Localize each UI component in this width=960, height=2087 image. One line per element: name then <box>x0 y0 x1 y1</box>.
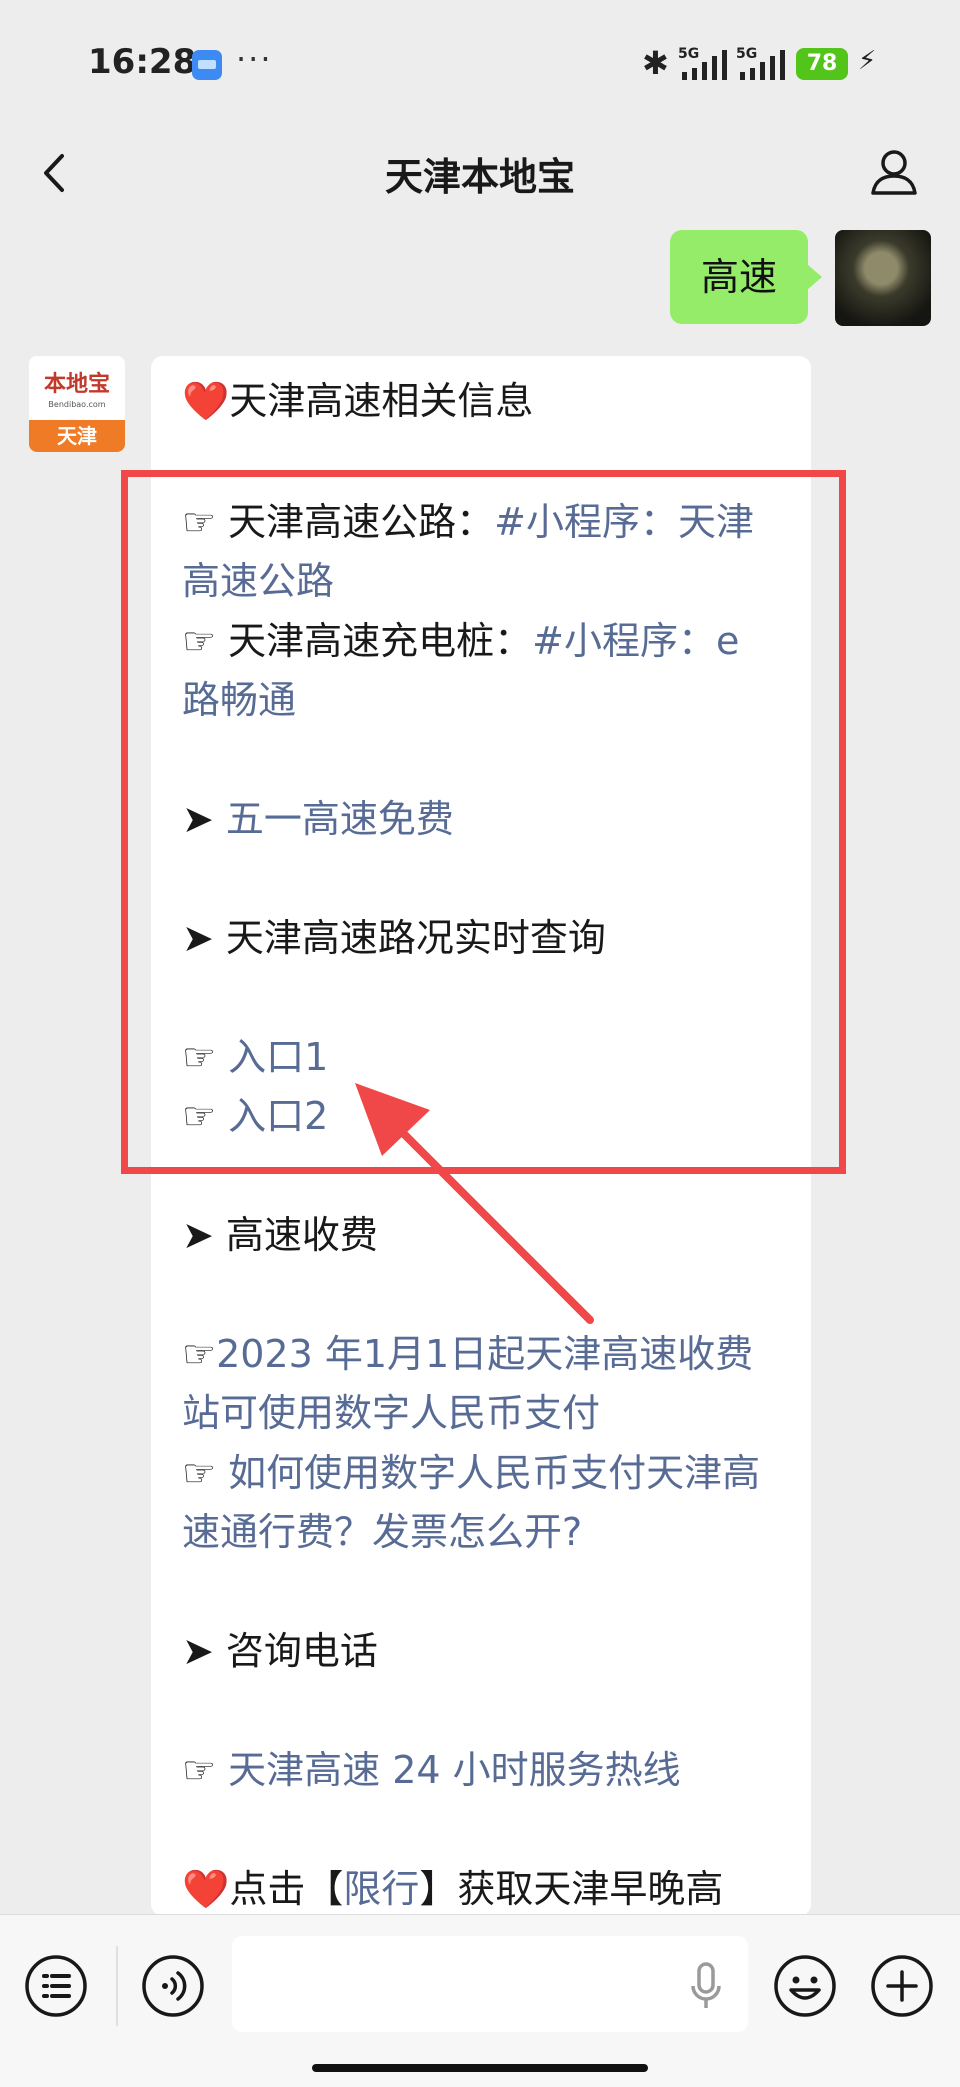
microphone-icon <box>691 1962 721 2008</box>
home-indicator[interactable] <box>312 2064 648 2072</box>
menu-list-icon <box>25 1955 87 2017</box>
menu-button[interactable] <box>24 1954 88 2018</box>
message-input[interactable] <box>232 1936 748 2032</box>
emoji-button[interactable] <box>773 1954 837 2018</box>
annotation-arrow-icon <box>355 1083 594 1324</box>
voice-button[interactable] <box>141 1954 205 2018</box>
plus-icon <box>871 1955 933 2017</box>
toolbar-divider <box>116 1946 118 2026</box>
emoji-icon <box>774 1955 836 2017</box>
mic-button[interactable] <box>674 1954 738 2018</box>
voice-icon <box>142 1955 204 2017</box>
add-button[interactable] <box>870 1954 934 2018</box>
